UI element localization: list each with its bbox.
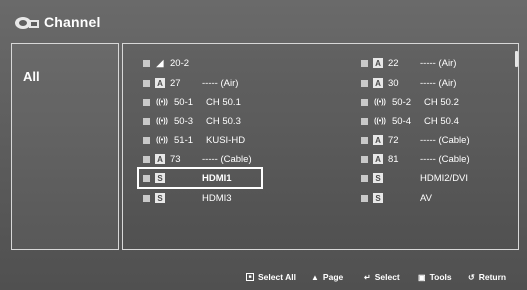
select-all-hint[interactable]: ■ Select All — [246, 270, 296, 284]
channel-row[interactable]: ◢ 20-2 — [143, 53, 202, 73]
checkbox[interactable] — [361, 136, 368, 144]
checkbox[interactable] — [361, 59, 368, 67]
tools-icon: ▣ — [418, 272, 426, 282]
channel-number: 51-1 — [174, 134, 194, 146]
selection-highlight — [137, 167, 263, 189]
category-all[interactable]: All — [23, 69, 40, 84]
channel-row[interactable]: ((•)) 50-4 CH 50.4 — [361, 111, 459, 131]
digital-air-icon: ((•)) — [374, 98, 386, 106]
channel-row[interactable]: S HDMI2/DVI — [361, 168, 468, 188]
channel-name: CH 50.2 — [424, 96, 459, 108]
channel-row[interactable]: A 72 ----- (Cable) — [361, 130, 470, 150]
channel-number: 50-2 — [392, 96, 412, 108]
channel-number: 73 — [170, 153, 181, 165]
channel-name: CH 50.4 — [424, 115, 459, 127]
channel-number: 50-4 — [392, 115, 412, 127]
channel-row[interactable]: A 22 ----- (Air) — [361, 53, 456, 73]
analog-a-icon: A — [373, 135, 383, 145]
channel-row[interactable]: A 27 ----- (Air) — [143, 73, 238, 93]
channel-number: 50-3 — [174, 115, 194, 127]
channel-name: ----- (Air) — [420, 57, 457, 69]
checkbox[interactable] — [361, 174, 368, 182]
channel-name: ----- (Air) — [420, 77, 457, 89]
analog-a-icon: A — [373, 58, 383, 68]
channel-name: AV — [420, 192, 432, 204]
channel-name: CH 50.1 — [206, 96, 241, 108]
channel-name: ----- (Cable) — [420, 134, 470, 146]
enter-icon: ↵ — [364, 272, 371, 282]
channel-number: 22 — [388, 57, 399, 69]
channel-row[interactable]: A 30 ----- (Air) — [361, 73, 456, 93]
return-icon: ↺ — [468, 272, 475, 282]
channel-number: 27 — [170, 77, 181, 89]
channel-row[interactable]: A 73 ----- (Cable) — [143, 149, 252, 169]
checkbox[interactable] — [361, 98, 368, 106]
select-hint[interactable]: ↵ Select — [364, 270, 400, 284]
channel-number: 81 — [388, 153, 399, 165]
antenna-tv-icon — [15, 17, 39, 29]
channel-number: 20-2 — [170, 57, 190, 69]
channel-name: HDMI2/DVI — [420, 172, 469, 184]
tools-label: Tools — [429, 272, 452, 282]
source-s-icon: S — [373, 173, 383, 183]
checkbox[interactable] — [361, 155, 368, 163]
checkbox[interactable] — [361, 194, 368, 202]
digital-air-icon: ((•)) — [374, 117, 386, 125]
checkbox[interactable] — [143, 79, 150, 87]
channel-row[interactable]: A 81 ----- (Cable) — [361, 149, 470, 169]
page-title: Channel — [44, 14, 101, 30]
checkbox[interactable] — [361, 117, 368, 125]
checkbox[interactable] — [143, 136, 150, 144]
channel-screen: Channel All ◢ 20-2 A 27 ----- (Air) ((•)… — [0, 0, 527, 290]
channel-row[interactable]: ((•)) 50-3 CH 50.3 — [143, 111, 241, 131]
digital-air-icon: ((•)) — [156, 117, 168, 125]
page-hint[interactable]: ▲︎ Page — [311, 270, 343, 284]
analog-a-icon: A — [373, 154, 383, 164]
tools-hint[interactable]: ▣ Tools — [418, 270, 452, 284]
channel-name: KUSI-HD — [206, 134, 246, 146]
digital-air-icon: ((•)) — [156, 98, 168, 106]
select-label: Select — [374, 272, 400, 282]
channel-number: 72 — [388, 134, 399, 146]
return-label: Return — [478, 272, 507, 282]
up-down-arrow-icon: ▲︎ — [311, 272, 319, 282]
source-s-icon: S — [373, 193, 383, 203]
digital-air-icon: ((•)) — [156, 136, 168, 144]
select-all-label: Select All — [258, 272, 296, 282]
channel-number: 50-1 — [174, 96, 194, 108]
channel-row[interactable]: ((•)) 51-1 KUSI-HD — [143, 130, 245, 150]
category-panel: All — [11, 43, 119, 250]
header: Channel — [14, 10, 101, 34]
checkbox[interactable] — [143, 98, 150, 106]
scrollbar[interactable] — [515, 51, 518, 67]
checkbox[interactable] — [143, 155, 150, 163]
channel-row[interactable]: S AV — [361, 188, 432, 208]
select-all-icon: ■ — [246, 273, 254, 281]
channel-row[interactable]: ((•)) 50-1 CH 50.1 — [143, 92, 241, 112]
antenna-icon: ◢ — [156, 57, 164, 68]
source-s-icon: S — [155, 193, 165, 203]
checkbox[interactable] — [143, 194, 150, 202]
channel-name: ----- (Cable) — [202, 153, 252, 165]
channel-number: 30 — [388, 77, 399, 89]
checkbox[interactable] — [361, 79, 368, 87]
analog-a-icon: A — [373, 78, 383, 88]
analog-a-icon: A — [155, 154, 165, 164]
page-label: Page — [322, 272, 344, 282]
checkbox[interactable] — [143, 117, 150, 125]
analog-a-icon: A — [155, 78, 165, 88]
channel-row[interactable]: ((•)) 50-2 CH 50.2 — [361, 92, 459, 112]
channel-name: CH 50.3 — [206, 115, 241, 127]
return-hint[interactable]: ↺ Return — [468, 270, 506, 284]
checkbox[interactable] — [143, 59, 150, 67]
channel-name: HDMI3 — [202, 192, 232, 204]
channel-row[interactable]: S HDMI3 — [143, 188, 232, 208]
channel-name: ----- (Air) — [202, 77, 239, 89]
channel-name: ----- (Cable) — [420, 153, 470, 165]
